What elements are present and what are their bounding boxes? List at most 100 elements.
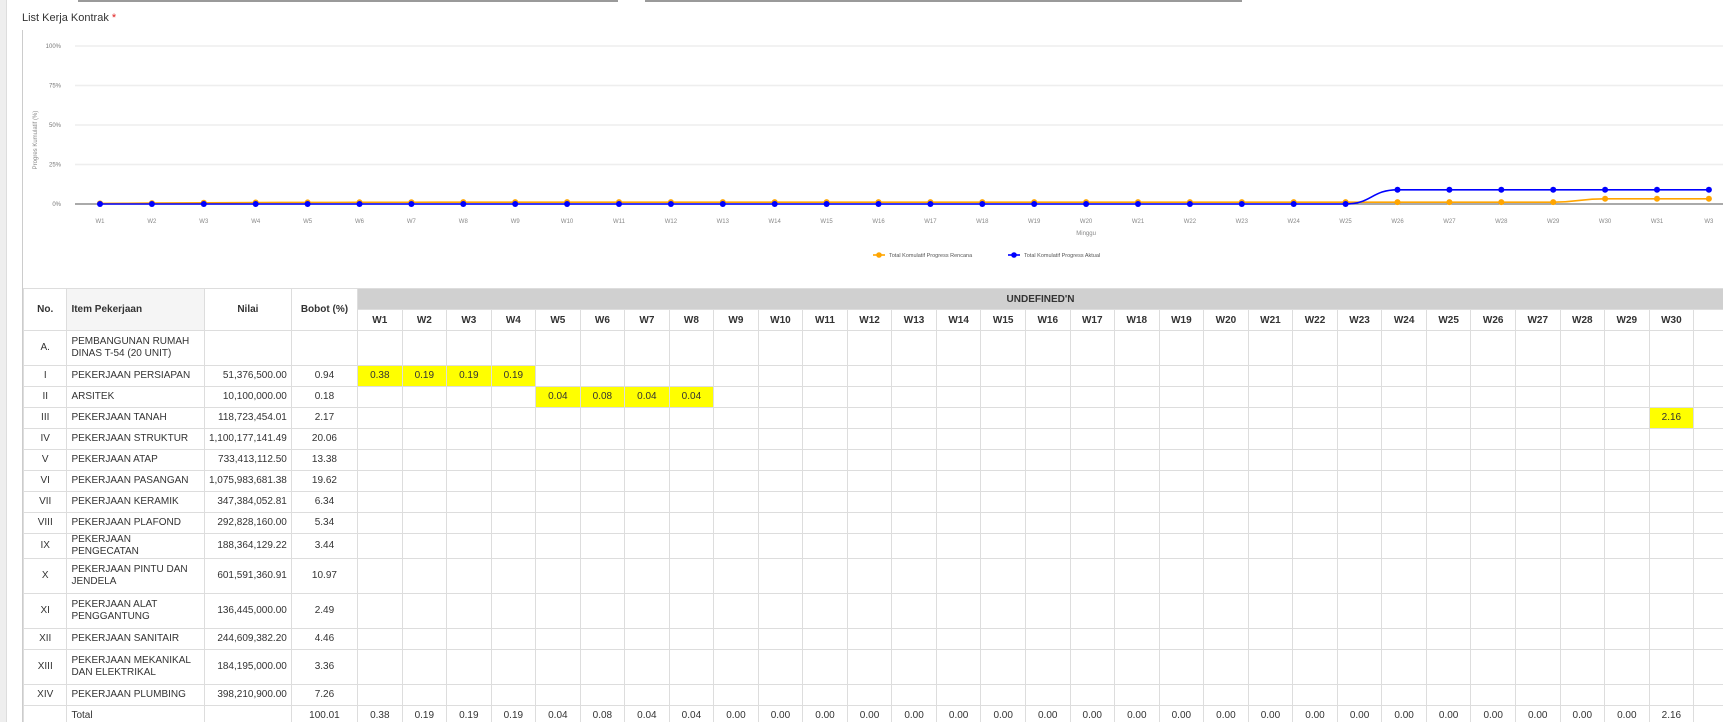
week-cell[interactable] <box>1336 330 1383 366</box>
week-cell[interactable] <box>668 512 715 534</box>
week-cell[interactable] <box>1203 558 1249 594</box>
week-cell[interactable] <box>1292 628 1338 650</box>
week-cell[interactable] <box>802 512 848 534</box>
week-cell[interactable] <box>1470 449 1516 471</box>
week-cell[interactable] <box>1336 470 1383 492</box>
week-cell[interactable] <box>1514 649 1561 685</box>
week-cell[interactable] <box>935 649 982 685</box>
week-cell[interactable] <box>401 684 448 706</box>
week-cell[interactable] <box>535 407 581 429</box>
week-cell[interactable] <box>1425 428 1472 450</box>
week-cell[interactable] <box>935 365 982 387</box>
week-cell[interactable] <box>980 649 1026 685</box>
week-cell[interactable] <box>1203 365 1249 387</box>
week-cell[interactable] <box>1559 365 1606 387</box>
week-cell[interactable] <box>1247 558 1294 594</box>
week-cell[interactable] <box>1648 649 1695 685</box>
week-cell[interactable] <box>891 649 937 685</box>
week-cell[interactable] <box>446 628 492 650</box>
week-cell[interactable] <box>713 449 759 471</box>
week-cell[interactable] <box>1247 593 1294 629</box>
week-cell[interactable] <box>1158 407 1205 429</box>
week-cell[interactable] <box>357 684 403 706</box>
week-cell[interactable] <box>535 330 581 366</box>
week-cell[interactable] <box>1069 386 1116 408</box>
week-cell[interactable] <box>713 684 759 706</box>
week-cell[interactable] <box>579 365 626 387</box>
week-cell[interactable] <box>1514 428 1561 450</box>
week-cell[interactable] <box>1203 593 1249 629</box>
week-cell[interactable] <box>1648 512 1695 534</box>
week-cell[interactable] <box>1470 428 1516 450</box>
week-cell[interactable] <box>1114 407 1160 429</box>
week-cell[interactable] <box>446 428 492 450</box>
week-cell[interactable] <box>535 365 581 387</box>
week-cell[interactable] <box>668 407 715 429</box>
week-cell[interactable] <box>1158 533 1205 559</box>
week-cell[interactable] <box>1247 428 1294 450</box>
week-cell[interactable] <box>757 428 804 450</box>
week-cell[interactable] <box>846 449 893 471</box>
week-cell[interactable] <box>1381 593 1427 629</box>
week-cell[interactable] <box>980 449 1026 471</box>
week-cell[interactable] <box>1604 407 1650 429</box>
week-cell[interactable] <box>1514 449 1561 471</box>
week-cell[interactable] <box>1514 470 1561 492</box>
week-cell[interactable] <box>1114 628 1160 650</box>
week-cell[interactable] <box>1648 684 1695 706</box>
week-cell[interactable] <box>490 628 537 650</box>
week-cell[interactable] <box>1069 533 1116 559</box>
week-cell[interactable] <box>1158 491 1205 513</box>
week-cell[interactable] <box>1292 470 1338 492</box>
week-cell[interactable] <box>1247 449 1294 471</box>
week-cell[interactable] <box>446 449 492 471</box>
week-cell[interactable] <box>1069 407 1116 429</box>
week-cell[interactable] <box>579 649 626 685</box>
week-cell[interactable] <box>1425 558 1472 594</box>
week-cell[interactable] <box>401 491 448 513</box>
week-cell[interactable] <box>446 470 492 492</box>
week-cell[interactable] <box>1604 491 1650 513</box>
week-cell[interactable] <box>1559 330 1606 366</box>
week-cell[interactable] <box>713 593 759 629</box>
week-cell[interactable] <box>624 593 670 629</box>
week-cell[interactable] <box>1203 512 1249 534</box>
week-cell[interactable] <box>802 470 848 492</box>
week-cell[interactable] <box>1203 491 1249 513</box>
week-cell[interactable] <box>980 386 1026 408</box>
week-cell[interactable] <box>1381 407 1427 429</box>
week-cell[interactable] <box>579 533 626 559</box>
week-cell[interactable] <box>1381 491 1427 513</box>
week-cell[interactable] <box>1648 449 1695 471</box>
week-cell[interactable] <box>1336 428 1383 450</box>
week-cell[interactable] <box>1425 684 1472 706</box>
week-cell-filled[interactable]: 2.16 <box>1648 407 1695 429</box>
week-cell[interactable] <box>1470 593 1516 629</box>
week-cell[interactable] <box>668 558 715 594</box>
week-cell[interactable] <box>802 684 848 706</box>
week-cell[interactable] <box>891 512 937 534</box>
week-cell[interactable] <box>980 512 1026 534</box>
week-cell[interactable] <box>1648 593 1695 629</box>
week-cell[interactable] <box>624 365 670 387</box>
week-cell[interactable] <box>846 684 893 706</box>
week-cell[interactable] <box>802 386 848 408</box>
week-cell[interactable] <box>1336 533 1383 559</box>
week-cell[interactable] <box>891 449 937 471</box>
week-cell[interactable] <box>891 491 937 513</box>
week-cell[interactable] <box>935 386 982 408</box>
week-cell[interactable] <box>1648 365 1695 387</box>
week-cell[interactable] <box>802 558 848 594</box>
week-cell[interactable] <box>668 649 715 685</box>
week-cell[interactable] <box>401 558 448 594</box>
week-cell[interactable] <box>1114 470 1160 492</box>
week-cell[interactable] <box>757 558 804 594</box>
week-cell[interactable] <box>1559 428 1606 450</box>
week-cell[interactable] <box>1381 533 1427 559</box>
week-cell[interactable] <box>1336 449 1383 471</box>
week-cell[interactable] <box>1114 593 1160 629</box>
week-cell[interactable] <box>1604 365 1650 387</box>
week-cell[interactable] <box>1336 593 1383 629</box>
week-cell[interactable] <box>1336 512 1383 534</box>
week-cell[interactable] <box>757 330 804 366</box>
